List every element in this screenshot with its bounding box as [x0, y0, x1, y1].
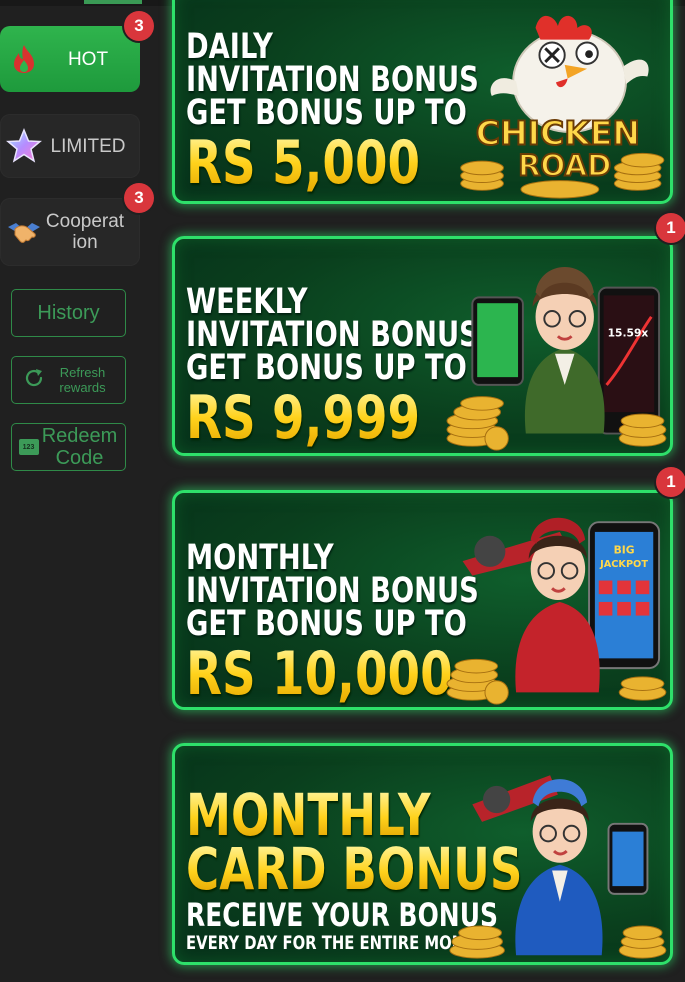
pilot-girl-illustration: 15.59x [446, 266, 667, 451]
bonus-amount: RS 5,000 [186, 132, 479, 194]
star-icon [6, 128, 42, 164]
category-sidebar: HOT 3 LIMITED Cooperation 3 History Refr… [0, 0, 154, 982]
notification-badge: 3 [124, 183, 154, 213]
weekly-invitation-bonus-banner[interactable]: WEEKLY INVITATION BONUS GET BONUS UP TO … [172, 236, 673, 456]
history-button[interactable]: History [11, 289, 126, 337]
chicken-road-logo-text: ROAD [518, 149, 611, 183]
notification-badge: 1 [656, 213, 685, 243]
banner-line: GET BONUS UP TO [186, 348, 467, 388]
flame-icon [6, 41, 42, 77]
refresh-icon [23, 367, 45, 394]
jackpot-text: JACKPOT [599, 559, 648, 570]
category-label: Cooperation [45, 211, 125, 253]
banner-text: DAILY INVITATION BONUS GET BONUS UP TO R… [186, 30, 479, 195]
notification-badge: 3 [124, 11, 154, 41]
banner-line: GET BONUS UP TO [186, 604, 467, 644]
history-label: History [37, 301, 100, 324]
bonus-amount: RS 9,999 [186, 387, 479, 449]
monthly-card-bonus-banner[interactable]: MONTHLY CARD BONUS RECEIVE YOUR BONUS EV… [172, 743, 673, 965]
handshake-icon [6, 214, 42, 250]
banner-text: WEEKLY INVITATION BONUS GET BONUS UP TO … [186, 285, 479, 450]
category-label: LIMITED [50, 135, 126, 157]
category-hot-button[interactable]: HOT 3 [0, 11, 154, 92]
redeem-code-label: Redeem Code [41, 425, 118, 469]
ticket-icon: 123 [18, 439, 39, 455]
redeem-code-button[interactable]: 123 Redeem Code [11, 423, 126, 471]
daily-invitation-bonus-banner[interactable]: DAILY INVITATION BONUS GET BONUS UP TO R… [172, 0, 673, 204]
category-limited-button[interactable]: LIMITED [0, 114, 140, 178]
notification-badge: 1 [656, 467, 685, 497]
banner-text: MONTHLY INVITATION BONUS GET BONUS UP TO… [186, 541, 479, 706]
big-text: BIG [614, 543, 635, 556]
refresh-rewards-label: Refresh rewards [59, 365, 106, 395]
banner-line: GET BONUS UP TO [186, 93, 467, 133]
blue-pilot-girl-illustration [449, 775, 667, 959]
monthly-invitation-bonus-banner[interactable]: MONTHLY INVITATION BONUS GET BONUS UP TO… [172, 490, 673, 710]
category-label: HOT [67, 48, 109, 70]
chicken-road-logo-text: CHICKEN [476, 114, 640, 153]
multiplier-text: 15.59x [608, 326, 649, 339]
bonus-amount: RS 10,000 [186, 643, 479, 705]
category-cooperation-button[interactable]: Cooperation 3 [0, 183, 154, 266]
red-pilot-girl-illustration: BIG JACKPOT [446, 517, 667, 705]
refresh-rewards-button[interactable]: Refresh rewards [11, 356, 126, 404]
chicken-road-illustration: CHICKEN ROAD [460, 15, 665, 199]
